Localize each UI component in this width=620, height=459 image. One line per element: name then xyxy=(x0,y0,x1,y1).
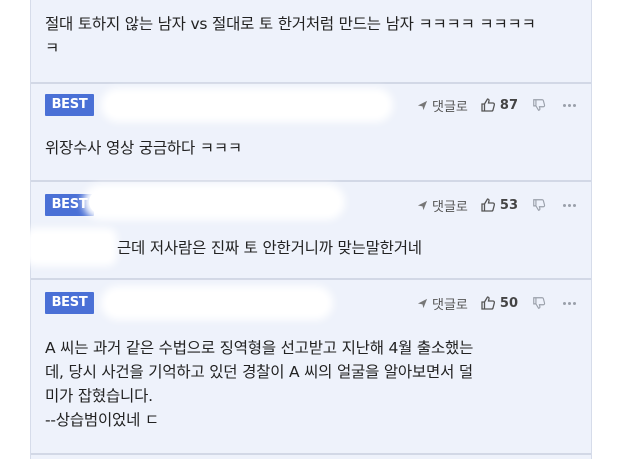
comment-actions: 댓글로 53 xyxy=(417,194,577,216)
redacted-quote xyxy=(31,234,111,260)
reply-arrow-icon xyxy=(417,200,428,210)
thumbs-down-icon xyxy=(533,99,546,111)
comment-text: 근데 저사람은 진짜 토 안한거니까 맞는말한거네 xyxy=(117,236,577,260)
best-badge: BEST xyxy=(45,94,94,116)
comment-actions: 댓글로 87 xyxy=(417,94,577,116)
best-badge: BEST xyxy=(45,194,94,216)
reply-arrow-icon xyxy=(417,100,428,110)
like-count: 53 xyxy=(499,197,518,213)
comment-header: BEST 댓글로 87 xyxy=(45,94,577,118)
reply-label: 댓글로 xyxy=(432,99,468,115)
comment-text-line: 미가 잡혔습니다. xyxy=(45,387,153,405)
comment-header: BEST 댓글로 50 xyxy=(45,292,577,316)
reply-button[interactable]: 댓글로 xyxy=(417,294,468,313)
comment-text: A 씨는 과거 같은 수법으로 징역형을 선고받고 지난해 4월 출소했는 데,… xyxy=(45,336,577,432)
thumbs-up-icon xyxy=(481,98,495,112)
like-button[interactable]: 53 xyxy=(480,197,518,213)
comment-text-line: 근데 저사람은 진짜 토 안한거니까 맞는말한거네 xyxy=(117,239,422,257)
comment-text-line: 데, 당시 사건을 기억하고 있던 경찰이 A 씨의 얼굴을 알아보면서 덜 xyxy=(45,363,473,381)
dislike-button[interactable] xyxy=(532,296,546,310)
comment-item: 절대 토하지 않는 남자 vs 절대로 토 한거처럼 만드는 남자 ㅋㅋㅋㅋ ㅋ… xyxy=(31,0,591,82)
comment-header: BEST 댓글로 53 xyxy=(45,190,577,218)
reply-arrow-icon xyxy=(417,298,428,308)
redacted-username xyxy=(89,190,339,214)
comment-item: BEST 댓글로 53 근데 저사람은 진짜 토 안한거니까 맞는말한거네 xyxy=(31,182,591,278)
comment-item: BEST 댓글로 50 A 씨는 과거 같은 수법으로 징역형을 선고받고 지난… xyxy=(31,280,591,459)
dislike-button[interactable] xyxy=(532,98,546,112)
redacted-username xyxy=(107,94,387,116)
comment-text-line: 위장수사 영상 궁금하다 ㅋㅋㅋ xyxy=(45,139,242,157)
more-dots-icon[interactable] xyxy=(562,103,577,107)
comment-text-line: 절대 토하지 않는 남자 vs 절대로 토 한거처럼 만드는 남자 ㅋㅋㅋㅋ ㅋ… xyxy=(45,15,536,57)
redacted-username xyxy=(107,292,327,314)
comment-text: 절대 토하지 않는 남자 vs 절대로 토 한거처럼 만드는 남자 ㅋㅋㅋㅋ ㅋ… xyxy=(45,12,577,60)
comment-text-line: A 씨는 과거 같은 수법으로 징역형을 선고받고 지난해 4월 출소했는 xyxy=(45,339,474,357)
reply-label: 댓글로 xyxy=(432,297,468,313)
best-badge: BEST xyxy=(45,292,94,314)
comment-text: 위장수사 영상 궁금하다 ㅋㅋㅋ xyxy=(45,136,577,160)
comment-list: 절대 토하지 않는 남자 vs 절대로 토 한거처럼 만드는 남자 ㅋㅋㅋㅋ ㅋ… xyxy=(30,0,592,459)
like-button[interactable]: 50 xyxy=(480,295,518,311)
reply-button[interactable]: 댓글로 xyxy=(417,96,468,115)
like-count: 50 xyxy=(499,295,518,311)
thumbs-up-icon xyxy=(481,296,495,310)
divider xyxy=(31,453,591,455)
thumbs-down-icon xyxy=(533,297,546,309)
reply-button[interactable]: 댓글로 xyxy=(417,196,468,215)
more-dots-icon[interactable] xyxy=(562,203,577,207)
comment-item: BEST 댓글로 87 위장수사 영상 궁금하다 ㅋㅋㅋ xyxy=(31,84,591,180)
dislike-button[interactable] xyxy=(532,198,546,212)
comment-actions: 댓글로 50 xyxy=(417,292,577,314)
comment-text-line: --상습범이었네 ㄷ xyxy=(45,411,159,429)
like-button[interactable]: 87 xyxy=(480,97,518,113)
thumbs-up-icon xyxy=(481,198,495,212)
reply-label: 댓글로 xyxy=(432,199,468,215)
more-dots-icon[interactable] xyxy=(562,301,577,305)
thumbs-down-icon xyxy=(533,199,546,211)
like-count: 87 xyxy=(499,97,518,113)
